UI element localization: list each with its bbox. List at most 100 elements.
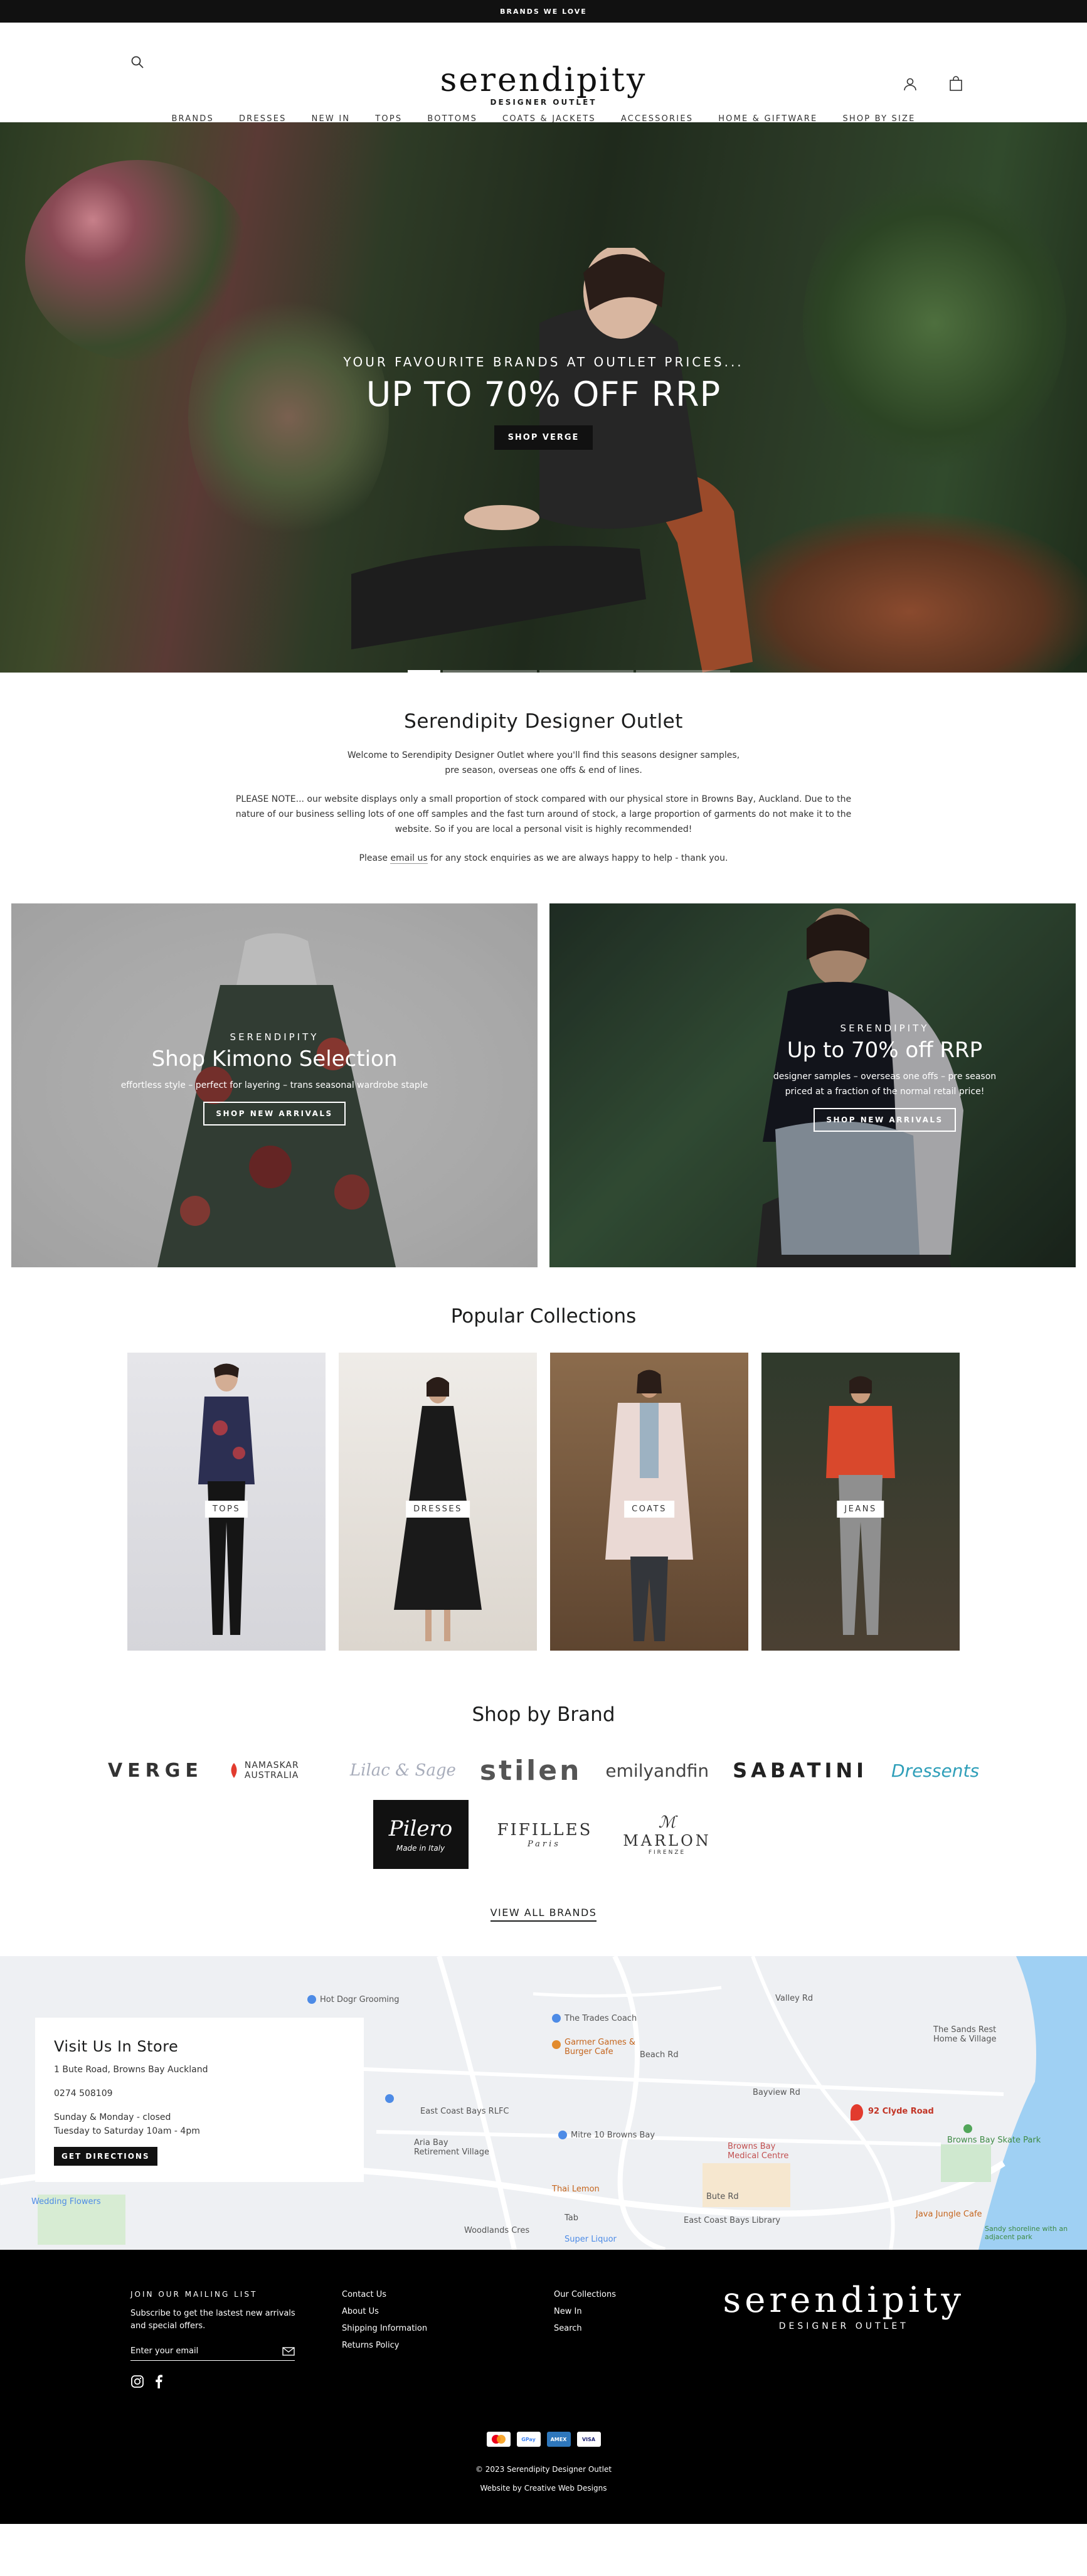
email-field[interactable]: Enter your email (130, 2346, 295, 2361)
map-label: Super Liquor (565, 2235, 617, 2244)
brand-pilero[interactable]: Pilero Made in Italy (373, 1800, 469, 1869)
map-label: Tab (565, 2213, 579, 2223)
collection-coats[interactable]: COATS (550, 1353, 748, 1651)
payment-methods: GPay AMEX VISA (0, 2432, 1087, 2447)
footer-link-collections[interactable]: Our Collections (554, 2290, 616, 2299)
promo-kimono[interactable]: SERENDIPITY Shop Kimono Selection effort… (11, 903, 538, 1267)
slide-dot[interactable] (443, 670, 537, 673)
map-pin[interactable] (385, 2094, 394, 2103)
map-label: Woodlands Cres (464, 2226, 530, 2235)
store-hours-closed: Sunday & Monday - closed (54, 2112, 171, 2122)
footer-link-returns[interactable]: Returns Policy (342, 2341, 427, 2350)
map-label: Valley Rd (775, 1994, 814, 2003)
collection-dresses[interactable]: DRESSES (339, 1353, 537, 1651)
map-label: Browns Bay Medical Centre (728, 2142, 789, 2161)
map-label: Browns Bay Skate Park (947, 2136, 1041, 2145)
shop-verge-button[interactable]: SHOP VERGE (494, 425, 593, 450)
footer-link-contact[interactable]: Contact Us (342, 2290, 427, 2299)
footer-link-new-in[interactable]: New In (554, 2307, 616, 2316)
slide-dot[interactable] (636, 670, 730, 673)
google-pay-icon: GPay (516, 2432, 541, 2447)
website-credit[interactable]: Website by Creative Web Designs (0, 2484, 1087, 2493)
intro-welcome: Welcome to Serendipity Designer Outlet w… (347, 750, 740, 775)
collection-label: COATS (624, 1501, 674, 1518)
email-us-link[interactable]: email us (390, 853, 428, 864)
brand-emilyandfin[interactable]: emilyandfin (605, 1755, 709, 1786)
hero-slideshow[interactable]: YOUR FAVOURITE BRANDS AT OUTLET PRICES..… (0, 122, 1087, 673)
map-marker-icon[interactable] (851, 2104, 863, 2121)
collection-label: DRESSES (406, 1501, 470, 1518)
store-hours-open: Tuesday to Saturday 10am - 4pm (54, 2126, 200, 2136)
map-label: East Coast Bays Library (684, 2216, 781, 2225)
promo-text: designer samples – overseas one offs – p… (773, 1072, 997, 1097)
slide-dot[interactable] (408, 670, 440, 673)
footer-links-1: Contact Us About Us Shipping Information… (342, 2290, 427, 2358)
footer-logo[interactable]: serendipity DESIGNER OUTLET (723, 2282, 965, 2332)
hero-content: YOUR FAVOURITE BRANDS AT OUTLET PRICES..… (0, 354, 1087, 450)
map-label: Wedding Flowers (31, 2197, 101, 2206)
marlon-script-mark: ℳ (658, 1813, 676, 1832)
cart-icon[interactable] (948, 75, 965, 93)
brand-pilero-name: Pilero (388, 1816, 453, 1841)
map-pin[interactable] (307, 1995, 316, 2004)
brand-fifilles-name: FIFILLES (497, 1820, 593, 1839)
footer-link-about[interactable]: About Us (342, 2307, 427, 2316)
intro-contact-suffix: for any stock enquiries as we are always… (427, 853, 728, 863)
collections-grid: TOPS DRESSES COATS JEANS (0, 1353, 1087, 1651)
brand-fifilles[interactable]: FIFILLES Paris (497, 1821, 591, 1849)
shop-new-arrivals-button[interactable]: SHOP NEW ARRIVALS (203, 1102, 346, 1126)
site-footer: JOIN OUR MAILING LIST Subscribe to get t… (0, 2250, 1087, 2524)
footer-link-shipping[interactable]: Shipping Information (342, 2324, 427, 2333)
popular-collections: Popular Collections TOPS DRESSES COATS J… (0, 1267, 1087, 1651)
brand-marlon[interactable]: ℳ MARLON FIRENZE (620, 1813, 714, 1856)
announcement-text[interactable]: BRANDS WE LOVE (500, 8, 587, 16)
hero-model-image (351, 248, 753, 673)
collection-jeans[interactable]: JEANS (761, 1353, 960, 1651)
map-label: Bayview Rd (753, 2088, 800, 2097)
footer-link-search[interactable]: Search (554, 2324, 616, 2333)
visit-title: Visit Us In Store (54, 2038, 179, 2055)
store-phone[interactable]: 0274 508109 (54, 2087, 345, 2100)
map-pin[interactable] (552, 2040, 561, 2049)
brands-title: Shop by Brand (472, 1703, 615, 1726)
collection-tops[interactable]: TOPS (127, 1353, 326, 1651)
brand-verge[interactable]: VERGE (108, 1755, 203, 1786)
brand-namaskar-label: NAMASKAR AUSTRALIA (244, 1760, 299, 1780)
intro-contact: Please email us for any stock enquiries … (0, 851, 1087, 866)
logo-wordmark: serendipity (440, 61, 647, 99)
store-map[interactable]: Hot Dogr Grooming The Trades Coach Garme… (0, 1956, 1087, 2250)
get-directions-button[interactable]: GET DIRECTIONS (54, 2147, 157, 2166)
brand-dressents[interactable]: Dressents (891, 1755, 979, 1786)
map-label: Sandy shoreline with an adjacent park (985, 2225, 1068, 2241)
mail-submit-icon[interactable] (282, 2346, 295, 2356)
map-pin[interactable] (552, 2014, 561, 2023)
account-icon[interactable] (903, 77, 919, 93)
map-label: Bute Rd (706, 2192, 739, 2201)
email-placeholder: Enter your email (130, 2346, 199, 2356)
promo-up-to-70[interactable]: SERENDIPITY Up to 70% off RRP designer s… (549, 903, 1076, 1267)
map-pin[interactable] (963, 2124, 972, 2133)
promo-title: Shop Kimono Selection (151, 1046, 398, 1072)
map-label: East Coast Bays RLFC (420, 2107, 509, 2116)
brand-marlon-name: MARLON (623, 1832, 711, 1850)
promo-eyebrow: SERENDIPITY (230, 1031, 319, 1043)
footer-logo-tagline: DESIGNER OUTLET (778, 2321, 909, 2331)
brand-stilen[interactable]: stilen (480, 1755, 582, 1787)
instagram-icon[interactable] (130, 2375, 144, 2388)
site-logo[interactable]: serendipity DESIGNER OUTLET (0, 64, 1087, 107)
slide-dot[interactable] (539, 670, 634, 673)
map-pin[interactable] (558, 2131, 567, 2139)
brand-logos-row: VERGE NAMASKAR AUSTRALIA Lilac & Sage st… (0, 1755, 1087, 1787)
promo-rrp-content: SERENDIPITY Up to 70% off RRP designer s… (694, 1023, 1076, 1132)
view-all-brands-link[interactable]: VIEW ALL BRANDS (490, 1907, 597, 1922)
facebook-icon[interactable] (154, 2375, 163, 2388)
promo-kimono-content: SERENDIPITY Shop Kimono Selection effort… (11, 1031, 538, 1126)
amex-icon: AMEX (546, 2432, 571, 2447)
brand-namaskar[interactable]: NAMASKAR AUSTRALIA (227, 1755, 326, 1786)
shop-new-arrivals-button[interactable]: SHOP NEW ARRIVALS (814, 1108, 956, 1132)
brand-lilac-sage[interactable]: Lilac & Sage (350, 1755, 456, 1786)
map-label: Beach Rd (640, 2050, 679, 2060)
promo-eyebrow: SERENDIPITY (840, 1023, 930, 1034)
brand-sabatini[interactable]: SABATINI (733, 1755, 867, 1786)
map-label: Garmer Games & Burger Cafe (565, 2038, 636, 2057)
